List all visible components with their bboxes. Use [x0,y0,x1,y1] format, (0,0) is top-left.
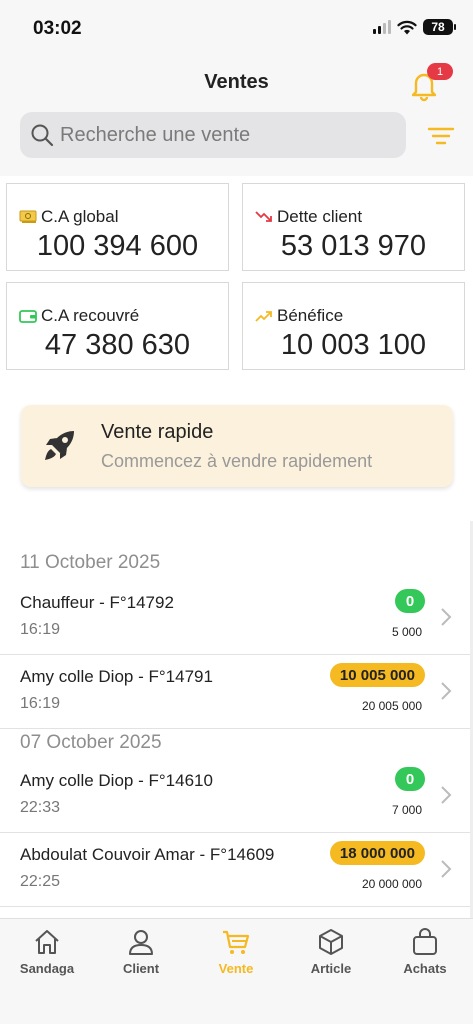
tab-label: Vente [218,961,254,976]
sale-due-badge: 18 000 000 [329,841,425,865]
sale-row[interactable]: Amy colle Diop - F°14791 16:19 10 005 00… [0,655,470,729]
tab-achats[interactable]: Achats [378,919,472,989]
stat-card-ca-global[interactable]: C.A global 100 394 600 [6,183,229,271]
sale-time: 22:25 [20,873,61,890]
tab-label: Article [310,961,352,976]
tab-sandaga[interactable]: Sandaga [0,919,94,989]
sale-title: Amy colle Diop - F°14610 [20,771,213,790]
sale-title: Amy colle Diop - F°14791 [20,667,213,686]
box-icon [319,929,343,955]
tab-label: Achats [403,961,447,976]
chevron-right-icon [441,786,452,804]
sale-row[interactable]: Chauffeur - F°14792 16:19 0 5 000 [0,581,470,655]
stat-card-dette-client[interactable]: Dette client 53 013 970 [242,183,465,271]
search-bar[interactable] [20,112,406,158]
search-icon [31,124,54,147]
quick-sale-button[interactable]: Vente rapide Commencez à vendre rapideme… [21,405,453,487]
bag-icon [413,928,437,955]
sale-total: 7 000 [391,803,422,817]
home-icon [35,930,59,954]
status-icons: 78 [373,19,456,35]
wifi-icon [397,20,417,34]
stat-label: C.A recouvré [41,306,140,325]
sale-title: Chauffeur - F°14792 [20,593,174,612]
quick-sale-subtitle: Commencez à vendre rapidement [101,451,373,471]
cart-icon [223,930,250,954]
date-header: 07 October 2025 [20,732,162,753]
signal-icon [373,20,391,34]
status-time: 03:02 [33,18,82,39]
wallet-icon [19,310,37,323]
chevron-right-icon [441,682,452,700]
stat-value: 10 003 100 [280,329,427,361]
stat-label: Dette client [277,207,363,226]
sale-due-badge: 0 [395,589,425,613]
tab-article[interactable]: Article [284,919,378,989]
status-bar: 03:02 78 [0,0,473,58]
stat-value: 47 380 630 [44,329,191,361]
header: Ventes 1 [0,58,473,176]
date-header: 11 October 2025 [20,552,161,573]
stat-card-ca-recouvre[interactable]: C.A recouvré 47 380 630 [6,282,229,370]
battery-indicator: 78 [423,19,456,35]
stat-label: Bénéfice [277,306,344,325]
stat-value: 53 013 970 [280,230,427,262]
filter-icon[interactable] [427,122,455,150]
chevron-right-icon [441,608,452,626]
tab-bar: Sandaga Client Vente Article Achats [0,918,473,1024]
search-input[interactable] [60,123,380,147]
sale-time: 16:19 [20,695,61,712]
tab-vente[interactable]: Vente [189,919,283,989]
stats-panel: C.A global 100 394 600 Dette client 53 0… [0,176,473,391]
sale-time: 16:19 [20,621,61,638]
notification-badge: 1 [427,63,453,80]
sale-due-badge: 0 [395,767,425,791]
sales-list[interactable]: 11 October 2025 Chauffeur - F°14792 16:1… [0,521,473,918]
rocket-icon [45,431,74,460]
sale-row[interactable]: Abdoulat Couvoir Amar - F°14609 22:25 18… [0,833,470,907]
sale-total: 20 000 000 [361,877,422,891]
sale-time: 22:33 [20,799,61,816]
quick-sale-section: Vente rapide Commencez à vendre rapideme… [0,391,473,521]
stat-card-benefice[interactable]: Bénéfice 10 003 100 [242,282,465,370]
tab-client[interactable]: Client [94,919,188,989]
stat-value: 100 394 600 [36,230,199,262]
tab-label: Sandaga [19,961,75,976]
person-icon [129,930,153,955]
page-title: Ventes [204,71,269,93]
chevron-right-icon [441,860,452,878]
trend-down-icon [255,211,272,222]
sale-row[interactable]: Amy colle Diop - F°14610 22:33 0 7 000 [0,759,470,833]
trend-up-icon [255,311,272,322]
sale-total: 5 000 [391,625,422,639]
quick-sale-title: Vente rapide [101,421,214,443]
money-icon [19,210,37,223]
stat-label: C.A global [41,207,119,226]
sale-title: Abdoulat Couvoir Amar - F°14609 [20,845,275,864]
sale-due-badge: 10 005 000 [329,663,425,687]
tab-label: Client [122,961,160,976]
sale-total: 20 005 000 [361,699,422,713]
